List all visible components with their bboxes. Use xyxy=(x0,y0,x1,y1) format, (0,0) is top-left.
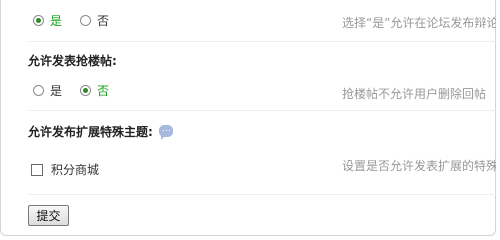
radio-option-yes-1[interactable]: 是 xyxy=(33,12,62,29)
section1-hint: 选择“是”允许在论坛发布辩论 xyxy=(342,16,496,30)
radio-label: 是 xyxy=(50,84,63,98)
section2-title: 允许发表抢楼帖: xyxy=(28,54,117,68)
radio-label: 是 xyxy=(50,14,63,28)
help-bubble-icon[interactable] xyxy=(158,125,173,140)
divider xyxy=(28,194,496,195)
section3-title-text: 允许发布扩展特殊主题: xyxy=(28,125,153,139)
radio-selected-icon[interactable] xyxy=(80,85,91,96)
radio-label: 否 xyxy=(97,84,110,98)
divider xyxy=(28,110,496,111)
settings-panel xyxy=(0,0,496,236)
divider xyxy=(28,41,496,42)
section3-hint: 设置是否允许发表扩展的特殊 xyxy=(342,159,496,173)
radio-unselected-icon[interactable] xyxy=(33,85,44,96)
radio-option-no-1[interactable]: 否 xyxy=(80,12,109,29)
radio-option-yes-2[interactable]: 是 xyxy=(33,82,62,99)
section2-hint: 抢楼帖不允许用户删除回帖 xyxy=(342,87,487,101)
submit-button[interactable]: 提交 xyxy=(28,205,69,226)
checkbox-points-mall[interactable]: 积分商城 xyxy=(31,161,99,178)
radio-selected-icon[interactable] xyxy=(33,15,44,26)
radio-option-no-2[interactable]: 否 xyxy=(80,82,109,99)
checkbox-label: 积分商城 xyxy=(51,163,100,177)
radio-unselected-icon[interactable] xyxy=(80,15,91,26)
checkbox-icon[interactable] xyxy=(31,163,43,176)
section3-title: 允许发布扩展特殊主题: xyxy=(28,123,173,140)
radio-label: 否 xyxy=(97,14,110,28)
